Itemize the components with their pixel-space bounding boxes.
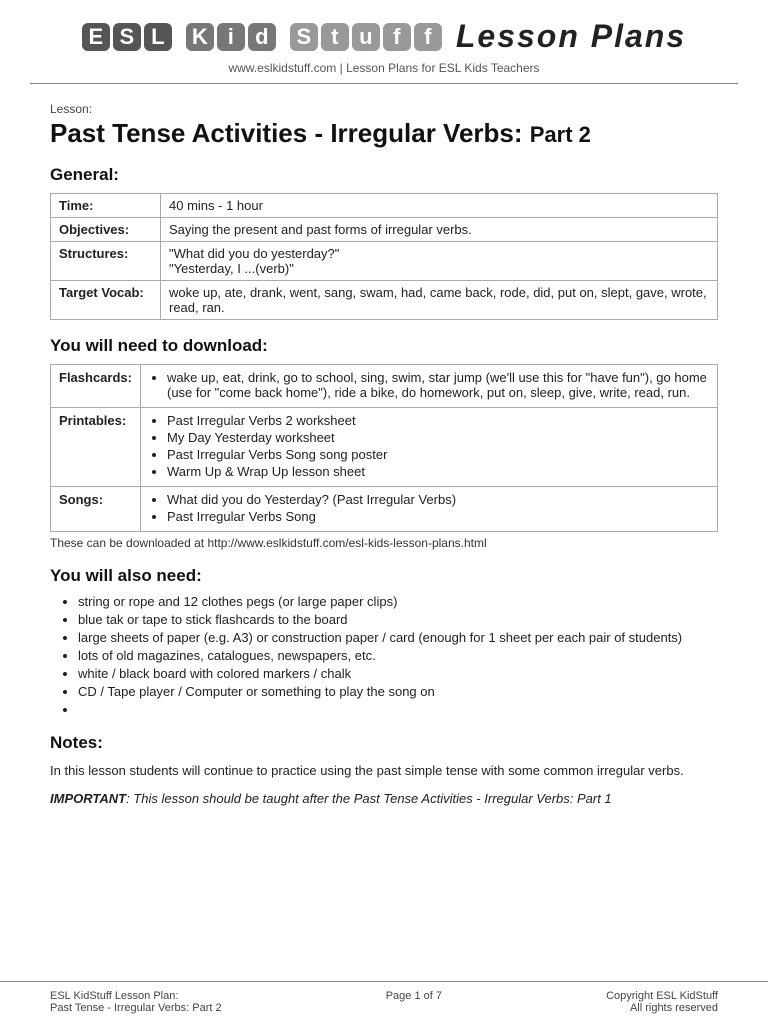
download-songs-row: Songs: What did you do Yesterday? (Past … bbox=[51, 487, 718, 532]
time-label: Time: bbox=[51, 194, 161, 218]
logo-t: t bbox=[321, 23, 349, 51]
notes-important: IMPORTANT: This lesson should be taught … bbox=[50, 789, 718, 809]
vocab-label: Target Vocab: bbox=[51, 281, 161, 320]
header: E S L K i d S t u f f Lesson Plans www bbox=[0, 0, 768, 84]
notes-body: In this lesson students will continue to… bbox=[50, 761, 718, 781]
logo-f2: f bbox=[414, 23, 442, 51]
footer-right: Copyright ESL KidStuff All rights reserv… bbox=[606, 990, 718, 1014]
page: E S L K i d S t u f f Lesson Plans www bbox=[0, 0, 768, 1024]
list-item: What did you do Yesterday? (Past Irregul… bbox=[167, 492, 709, 507]
logo-box: E S L K i d S t u f f Lesson Plans bbox=[82, 18, 686, 55]
list-item: lots of old magazines, catalogues, newsp… bbox=[78, 648, 718, 663]
list-item bbox=[78, 702, 718, 717]
table-row-structures: Structures: "What did you do yesterday?"… bbox=[51, 242, 718, 281]
flashcards-label: Flashcards: bbox=[51, 365, 141, 408]
printables-value: Past Irregular Verbs 2 worksheet My Day … bbox=[141, 408, 718, 487]
logo-s: S bbox=[113, 23, 141, 51]
list-item: CD / Tape player / Computer or something… bbox=[78, 684, 718, 699]
also-need-heading: You will also need: bbox=[50, 566, 718, 586]
lesson-label: Lesson: bbox=[50, 102, 718, 116]
footer: ESL KidStuff Lesson Plan: Past Tense - I… bbox=[0, 981, 768, 1024]
logo-lesson-plans: Lesson Plans bbox=[456, 18, 686, 55]
table-row-vocab: Target Vocab: woke up, ate, drank, went,… bbox=[51, 281, 718, 320]
list-item: wake up, eat, drink, go to school, sing,… bbox=[167, 370, 709, 400]
objectives-value: Saying the present and past forms of irr… bbox=[161, 218, 718, 242]
logo-u: u bbox=[352, 23, 380, 51]
list-item: Past Irregular Verbs 2 worksheet bbox=[167, 413, 709, 428]
also-need-list: string or rope and 12 clothes pegs (or l… bbox=[50, 594, 718, 717]
table-row-objectives: Objectives: Saying the present and past … bbox=[51, 218, 718, 242]
list-item: large sheets of paper (e.g. A3) or const… bbox=[78, 630, 718, 645]
footer-left: ESL KidStuff Lesson Plan: Past Tense - I… bbox=[50, 990, 222, 1014]
subtitle-bar: www.eslkidstuff.com | Lesson Plans for E… bbox=[228, 61, 539, 75]
table-row-time: Time: 40 mins - 1 hour bbox=[51, 194, 718, 218]
list-item: Past Irregular Verbs Song song poster bbox=[167, 447, 709, 462]
flashcards-value: wake up, eat, drink, go to school, sing,… bbox=[141, 365, 718, 408]
list-item: Past Irregular Verbs Song bbox=[167, 509, 709, 524]
list-item: white / black board with colored markers… bbox=[78, 666, 718, 681]
notes-heading: Notes: bbox=[50, 733, 718, 753]
logo-s2: S bbox=[290, 23, 318, 51]
list-item: string or rope and 12 clothes pegs (or l… bbox=[78, 594, 718, 609]
download-note: These can be downloaded at http://www.es… bbox=[50, 536, 718, 550]
download-flashcards-row: Flashcards: wake up, eat, drink, go to s… bbox=[51, 365, 718, 408]
logo-k: K bbox=[186, 23, 214, 51]
time-value: 40 mins - 1 hour bbox=[161, 194, 718, 218]
songs-value: What did you do Yesterday? (Past Irregul… bbox=[141, 487, 718, 532]
printables-label: Printables: bbox=[51, 408, 141, 487]
logo-l: L bbox=[144, 23, 172, 51]
list-item: Warm Up & Wrap Up lesson sheet bbox=[167, 464, 709, 479]
lesson-title: Past Tense Activities - Irregular Verbs:… bbox=[50, 118, 718, 149]
download-table: Flashcards: wake up, eat, drink, go to s… bbox=[50, 364, 718, 532]
download-printables-row: Printables: Past Irregular Verbs 2 works… bbox=[51, 408, 718, 487]
logo-f: f bbox=[383, 23, 411, 51]
logo-i: i bbox=[217, 23, 245, 51]
general-heading: General: bbox=[50, 165, 718, 185]
general-table: Time: 40 mins - 1 hour Objectives: Sayin… bbox=[50, 193, 718, 320]
songs-label: Songs: bbox=[51, 487, 141, 532]
structures-value: "What did you do yesterday?" "Yesterday,… bbox=[161, 242, 718, 281]
main-content: Lesson: Past Tense Activities - Irregula… bbox=[0, 84, 768, 981]
logo-d: d bbox=[248, 23, 276, 51]
list-item: My Day Yesterday worksheet bbox=[167, 430, 709, 445]
logo-e: E bbox=[82, 23, 110, 51]
footer-center: Page 1 of 7 bbox=[386, 990, 442, 1014]
vocab-value: woke up, ate, drank, went, sang, swam, h… bbox=[161, 281, 718, 320]
list-item: blue tak or tape to stick flashcards to … bbox=[78, 612, 718, 627]
download-heading: You will need to download: bbox=[50, 336, 718, 356]
structures-label: Structures: bbox=[51, 242, 161, 281]
header-top: E S L K i d S t u f f Lesson Plans bbox=[82, 18, 686, 55]
objectives-label: Objectives: bbox=[51, 218, 161, 242]
